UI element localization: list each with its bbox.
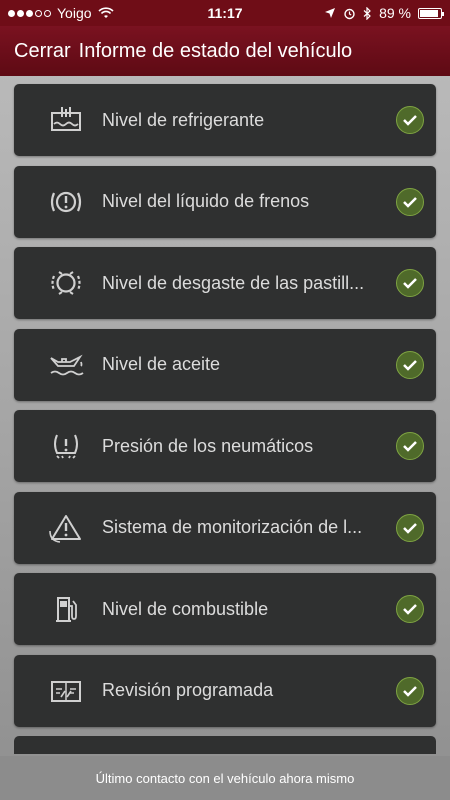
- close-button[interactable]: Cerrar: [14, 40, 71, 63]
- page-title: Informe de estado del vehículo: [78, 39, 353, 62]
- list-item-tire-pressure[interactable]: Presión de los neumáticos: [14, 410, 436, 482]
- status-right: 89 %: [324, 5, 444, 21]
- fuel-pump-icon: [56, 597, 77, 622]
- checkmark-icon: [396, 595, 424, 623]
- checkmark-icon: [396, 676, 424, 705]
- list-item-coolant[interactable]: Nivel de refrigerante: [14, 84, 436, 156]
- battery-icon: [418, 7, 444, 19]
- tire-pressure-icon: [54, 434, 78, 459]
- checkmark-icon: [396, 350, 424, 379]
- list-item-scheduled-service[interactable]: Revisión programada: [14, 654, 436, 727]
- status-left: Yoigo: [8, 5, 114, 21]
- list-item-partial[interactable]: [14, 736, 436, 754]
- location-arrow-icon: [325, 8, 336, 18]
- last-contact-text: Último contacto con el vehículo ahora mi…: [95, 770, 355, 786]
- list-item-brake-fluid[interactable]: Nivel del líquido de frenos: [14, 165, 436, 238]
- list-item-label: Revisión programada: [102, 680, 274, 700]
- brake-fluid-icon: [50, 191, 82, 212]
- list-item-label: Nivel de combustible: [102, 598, 269, 619]
- signal-strength-icon: [8, 9, 51, 17]
- warning-triangle-icon: [49, 514, 81, 543]
- oil-can-icon: [50, 354, 84, 375]
- status-bar: Yoigo 11:17 89 %: [0, 0, 450, 26]
- checkmark-icon: [396, 432, 424, 460]
- list-item-label: Nivel de aceite: [102, 354, 221, 374]
- checkmark-icon: [396, 513, 424, 542]
- checkmark-icon: [396, 269, 424, 297]
- list-item-label: Nivel de desgaste de las pastill...: [102, 272, 365, 293]
- list-item-label: Nivel del líquido de frenos: [102, 191, 310, 211]
- navigation-bar: Cerrar Informe de estado del vehículo: [0, 26, 450, 76]
- list-item-monitoring-system[interactable]: Sistema de monitorización de l...: [14, 491, 436, 564]
- coolant-icon: [51, 107, 81, 131]
- status-list: Nivel de refrigerante Nivel del líquido …: [14, 84, 436, 754]
- checkmark-icon: [396, 187, 424, 216]
- carrier-name: Yoigo: [57, 5, 92, 21]
- list-item-label: Sistema de monitorización de l...: [102, 517, 363, 537]
- list-item-fuel[interactable]: Nivel de combustible: [14, 573, 436, 645]
- battery-percent: 89 %: [379, 5, 411, 21]
- footer-status: Último contacto con el vehículo ahora mi…: [0, 756, 450, 800]
- list-item-label: Nivel de refrigerante: [102, 109, 265, 130]
- clock: 11:17: [207, 5, 243, 21]
- alarm-icon: [344, 8, 355, 19]
- wifi-icon: [97, 7, 114, 18]
- list-item-oil[interactable]: Nivel de aceite: [14, 328, 436, 401]
- list-item-brake-pads[interactable]: Nivel de desgaste de las pastill...: [14, 247, 436, 319]
- list-item-label: Presión de los neumáticos: [102, 435, 314, 456]
- service-book-icon: [51, 680, 81, 702]
- checkmark-icon: [396, 106, 424, 134]
- bluetooth-icon: [363, 6, 371, 20]
- brake-pad-icon: [51, 271, 81, 295]
